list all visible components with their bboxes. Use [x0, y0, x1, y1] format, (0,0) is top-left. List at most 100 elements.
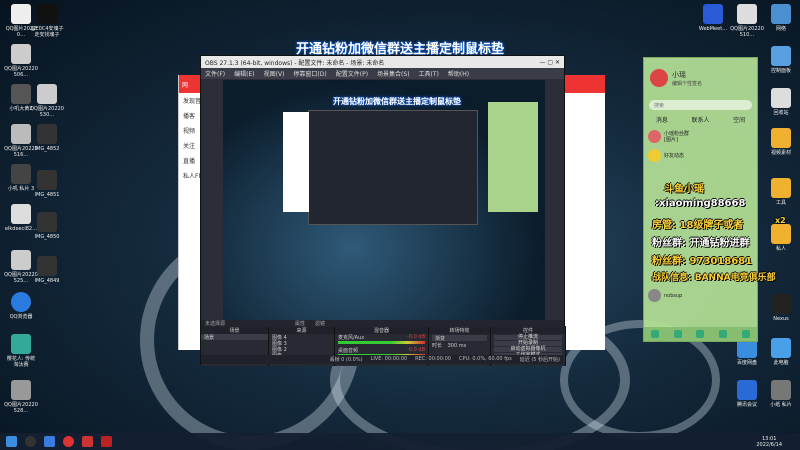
- network-icon[interactable]: 网络: [764, 4, 798, 32]
- dropped-frames: 丢帧 0 (0.0%): [329, 357, 363, 363]
- qq-header: 小瑶 编辑个性签名: [644, 58, 757, 98]
- rec-timer: REC: 00:00:00: [415, 356, 451, 362]
- menu-item[interactable]: 工具(T): [419, 69, 439, 78]
- qq-signature[interactable]: 编辑个性签名: [672, 80, 702, 87]
- menu-item[interactable]: 场景集合(S): [377, 69, 410, 78]
- desktop-icon[interactable]: WebMeet…: [696, 4, 730, 32]
- desktop-icon[interactable]: IMG_4849: [30, 256, 64, 284]
- taskbar-clock[interactable]: 13:01 2022/6/14: [756, 436, 782, 448]
- meeting-icon[interactable]: 腾讯会议: [730, 380, 764, 408]
- track-level: -0.0 dB: [407, 347, 425, 353]
- menu-icon[interactable]: [651, 330, 660, 338]
- menu-item[interactable]: 帮助(H): [448, 69, 469, 78]
- properties-button[interactable]: 属性: [295, 320, 305, 327]
- overlay-line: 粉丝群: 开通钻粉进群: [652, 238, 750, 249]
- volume-meter: [338, 341, 425, 344]
- nested-obs-preview: [308, 110, 478, 225]
- clock-date: 2022/6/14: [756, 442, 782, 448]
- qq-search-input[interactable]: 搜索: [649, 100, 752, 110]
- window-controls[interactable]: — ▢ ✕: [539, 59, 560, 66]
- tab-contacts[interactable]: 联系人: [691, 115, 709, 124]
- overlay-suffix: x2: [775, 216, 786, 225]
- folder-icon[interactable]: 私人: [764, 224, 798, 252]
- list-item[interactable]: nobsup: [644, 286, 686, 305]
- transition-type[interactable]: 渐变: [432, 335, 487, 342]
- desktop-icon[interactable]: 小纸 私片: [764, 380, 798, 408]
- dock-header: 来源: [269, 326, 334, 334]
- track-level: -0.0 dB: [407, 334, 425, 340]
- obs-status-bar: 丢帧 0 (0.0%) LIVE: 00:00:00 REC: 00:00:00…: [201, 355, 564, 364]
- menu-item[interactable]: 文件(F): [205, 69, 225, 78]
- tab-messages[interactable]: 消息: [656, 115, 668, 124]
- dock-header: 场景: [201, 326, 268, 334]
- folder-icon[interactable]: [719, 330, 728, 338]
- obs-preview[interactable]: 开通钻粉加微信群送主播定制鼠标垫: [223, 80, 545, 320]
- menu-item[interactable]: 配置文件(P): [336, 69, 368, 78]
- transition-duration[interactable]: 时长 300 ms: [429, 342, 490, 349]
- duration-value: 300 ms: [447, 343, 467, 349]
- contact-name: 好友动态: [664, 152, 685, 159]
- background-window-right[interactable]: [560, 75, 605, 350]
- control-panel-icon[interactable]: 控制面板: [764, 46, 798, 74]
- filters-button[interactable]: 滤镜: [315, 320, 325, 327]
- obs-taskbar-icon[interactable]: [25, 436, 36, 447]
- qq-tabs: 消息 联系人 空间: [644, 112, 757, 127]
- source-toolbar: 未选择源 属性 滤镜: [201, 320, 564, 327]
- contact-name: nobsup: [664, 292, 683, 299]
- contact-message: [图片]: [664, 136, 678, 143]
- desktop-icon[interactable]: IMG_4850: [30, 212, 64, 240]
- overlay-line: 斗鱼小瑶: [664, 184, 704, 195]
- desktop-icon[interactable]: IMG_4852: [30, 124, 64, 152]
- menu-item[interactable]: 编辑(E): [234, 69, 254, 78]
- live-timer: LIVE: 00:00:00: [370, 356, 408, 362]
- qq-bottom-bar: [644, 327, 757, 341]
- apps-icon[interactable]: [741, 330, 750, 338]
- app-taskbar-icon[interactable]: [82, 436, 93, 447]
- obs-window[interactable]: OBS 27.1.3 (64-bit, windows) - 配置文件: 未命名…: [200, 55, 566, 366]
- desktop-icon[interactable]: QQ图片20220506…: [4, 44, 38, 78]
- overlay-line: 战队信息: BANNA电竞俱乐部: [652, 273, 776, 283]
- menu-item[interactable]: 停靠窗口(D): [293, 69, 326, 78]
- game-icon[interactable]: [673, 330, 682, 338]
- desktop-icon[interactable]: @E0C4安魂子 走安找魂子: [30, 4, 64, 38]
- start-icon[interactable]: [6, 436, 17, 447]
- nested-browser-preview: [283, 112, 309, 212]
- desktop-icon[interactable]: QQ图片20220510…: [730, 4, 764, 38]
- list-item[interactable]: 小瑶粉丝群 [图片]: [644, 127, 757, 146]
- recycle-bin-icon[interactable]: 回收站: [764, 88, 798, 116]
- avatar: [648, 130, 661, 143]
- obs-titlebar[interactable]: OBS 27.1.3 (64-bit, windows) - 配置文件: 未命名…: [201, 56, 564, 68]
- cloud-drive-icon[interactable]: 百度网盘: [730, 338, 764, 366]
- dock-header: 控件: [491, 326, 565, 334]
- stream-delay: 延迟 (5 秒后开始): [519, 357, 560, 363]
- desktop-icon[interactable]: IMG_4851: [30, 170, 64, 198]
- menu-item[interactable]: 视图(V): [264, 69, 285, 78]
- scene-item[interactable]: 场景: [201, 334, 268, 341]
- overlay-line: :xiaoming88668: [655, 198, 746, 209]
- contact-name: 小瑶粉丝群: [664, 130, 690, 137]
- desktop-icon[interactable]: QQ图片20220530…: [30, 84, 64, 118]
- obs-menubar: 文件(F) 编辑(E) 视图(V) 停靠窗口(D) 配置文件(P) 场景集合(S…: [201, 68, 564, 79]
- mail-icon[interactable]: [696, 330, 705, 338]
- overlay-line: 房管: 18级牌子或者: [652, 220, 744, 231]
- taskbar: [0, 433, 800, 450]
- avatar[interactable]: [650, 69, 668, 87]
- app-taskbar-icon[interactable]: [44, 436, 55, 447]
- music-taskbar-icon[interactable]: [63, 436, 74, 447]
- folder-icon[interactable]: 工具: [764, 178, 798, 206]
- nested-qq-preview: [488, 102, 538, 212]
- browser-icon[interactable]: QQ浏览器: [4, 292, 38, 320]
- overlay-line: 粉丝群: 973018681: [652, 256, 753, 267]
- preview-banner: 开通钻粉加微信群送主播定制鼠标垫: [333, 97, 461, 106]
- nexus-icon[interactable]: Nexus: [764, 294, 798, 322]
- track-name: 桌面音频: [338, 348, 359, 354]
- folder-icon[interactable]: 视频素材: [764, 128, 798, 156]
- tab-space[interactable]: 空间: [733, 115, 745, 124]
- desktop-icon[interactable]: QQ图片20220528…: [4, 380, 38, 414]
- app-taskbar-icon[interactable]: [101, 436, 112, 447]
- duration-label: 时长: [432, 343, 443, 349]
- desktop-icon[interactable]: 樱花人: 传统 淘汰赛: [4, 334, 38, 368]
- list-item[interactable]: 好友动态: [644, 146, 757, 165]
- no-source-label: 未选择源: [205, 321, 226, 327]
- this-pc-icon[interactable]: 此电脑: [764, 338, 798, 366]
